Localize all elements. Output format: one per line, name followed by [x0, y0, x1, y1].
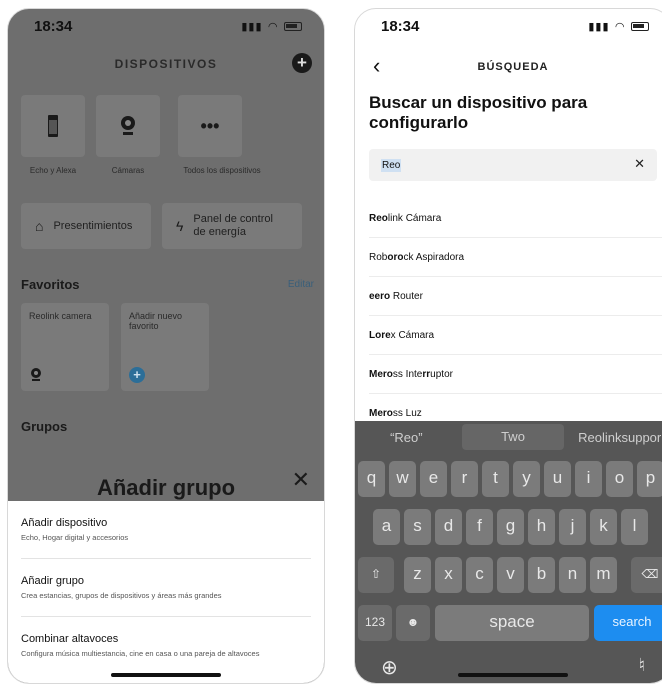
suggestion-3[interactable]: Reolinksuppor — [568, 430, 662, 445]
microphone-icon[interactable]: ♮ — [639, 655, 645, 676]
key-u[interactable]: u — [544, 461, 571, 497]
key-s[interactable]: s — [404, 509, 431, 545]
search-key[interactable]: search — [594, 605, 662, 641]
battery-icon — [631, 21, 649, 31]
close-icon[interactable]: ✕ — [292, 467, 310, 493]
search-heading: Buscar un dispositivo para configurarlo — [369, 93, 588, 132]
sheet-item-combine-speakers[interactable]: Combinar altavoces Configura música mult… — [21, 617, 311, 675]
status-time: 18:34 — [381, 17, 420, 35]
result-item[interactable]: eero Router — [369, 277, 662, 316]
shift-key[interactable]: ⇧ — [358, 557, 394, 593]
energy-dashboard-button[interactable]: ϟ Panel de control de energía — [162, 203, 302, 249]
status-bar: 18:34 ▮▮▮ ◠ — [355, 9, 662, 43]
result-item[interactable]: Meross Interruptor — [369, 355, 662, 394]
result-item[interactable]: Roborock Aspiradora — [369, 238, 662, 277]
key-h[interactable]: h — [528, 509, 555, 545]
home-gear-icon: ⌂ — [35, 218, 44, 234]
search-input[interactable]: Reo ✕ — [369, 149, 657, 181]
add-device-plus-icon[interactable]: + — [292, 53, 312, 73]
search-input-value: Reo — [381, 159, 402, 172]
status-bar: 18:34 ▮▮▮ ◠ — [8, 9, 324, 43]
key-t[interactable]: t — [482, 461, 509, 497]
sheet-title: Añadir grupo — [96, 475, 236, 500]
key-y[interactable]: y — [513, 461, 540, 497]
tile-label-cameras: Cámaras — [111, 166, 145, 175]
space-key[interactable]: space — [435, 605, 589, 641]
key-e[interactable]: e — [420, 461, 447, 497]
signal-icon: ▮▮▮ — [588, 20, 610, 33]
suggestion-1[interactable]: “Reo” — [355, 430, 458, 445]
key-f[interactable]: f — [466, 509, 493, 545]
status-time: 18:34 — [34, 17, 73, 35]
presentimientos-button[interactable]: ⌂ Presentimientos — [21, 203, 151, 249]
lightning-icon: ϟ — [176, 218, 184, 234]
key-a[interactable]: a — [373, 509, 400, 545]
key-r[interactable]: r — [451, 461, 478, 497]
result-item[interactable]: Reolink Cámara — [369, 199, 662, 238]
more-dots-icon: ••• — [200, 115, 220, 136]
clear-icon[interactable]: ✕ — [634, 156, 645, 172]
backspace-key[interactable]: ⌫ — [631, 557, 662, 593]
key-l[interactable]: l — [621, 509, 648, 545]
result-item[interactable]: Lorex Cámara — [369, 316, 662, 355]
sheet-item-add-device[interactable]: Añadir dispositivo Echo, Hogar digital y… — [21, 501, 311, 559]
suggestion-bar: “Reo” Two Reolinksuppor — [355, 421, 662, 453]
favorite-reolink-camera[interactable]: Reolink camera — [21, 303, 109, 391]
key-c[interactable]: c — [466, 557, 493, 593]
key-n[interactable]: n — [559, 557, 586, 593]
home-indicator — [111, 673, 221, 677]
key-g[interactable]: g — [497, 509, 524, 545]
camera-icon — [121, 116, 135, 135]
camera-icon — [31, 368, 41, 381]
key-p[interactable]: p — [637, 461, 662, 497]
wifi-icon: ◠ — [615, 20, 625, 33]
numbers-key[interactable]: 123 — [358, 605, 392, 641]
phone-search-screen: 18:34 ▮▮▮ ◠ ‹ BÚSQUEDA Buscar un disposi… — [354, 8, 662, 684]
page-title: DISPOSITIVOS — [114, 57, 218, 71]
groups-heading: Grupos — [21, 419, 68, 434]
suggestion-2[interactable]: Two — [461, 424, 565, 450]
key-o[interactable]: o — [606, 461, 633, 497]
add-sheet: Añadir dispositivo Echo, Hogar digital y… — [8, 501, 324, 683]
signal-icon: ▮▮▮ — [241, 20, 263, 33]
page-title: BÚSQUEDA — [477, 61, 549, 73]
globe-icon[interactable]: ⊕ — [381, 655, 398, 680]
add-favorite-tile[interactable]: Añadir nuevo favorito + — [121, 303, 209, 391]
battery-icon — [284, 21, 302, 31]
home-indicator — [458, 673, 568, 677]
key-w[interactable]: w — [389, 461, 416, 497]
edit-link[interactable]: Editar — [288, 279, 314, 290]
emoji-key[interactable]: ☻ — [396, 605, 430, 641]
key-i[interactable]: i — [575, 461, 602, 497]
key-q[interactable]: q — [358, 461, 385, 497]
phone-devices-screen: 18:34 ▮▮▮ ◠ DISPOSITIVOS + ••• Echo y Al… — [7, 8, 325, 684]
tile-label-all: Todos los dispositivos — [183, 166, 261, 175]
echo-speaker-icon — [48, 115, 58, 137]
key-d[interactable]: d — [435, 509, 462, 545]
key-v[interactable]: v — [497, 557, 524, 593]
key-x[interactable]: x — [435, 557, 462, 593]
wifi-icon: ◠ — [268, 20, 278, 33]
key-m[interactable]: m — [590, 557, 617, 593]
key-j[interactable]: j — [559, 509, 586, 545]
tile-cameras[interactable] — [96, 95, 160, 157]
favorites-heading: Favoritos — [21, 277, 80, 292]
plus-circle-icon: + — [129, 367, 145, 383]
tile-echo-alexa[interactable] — [21, 95, 85, 157]
key-k[interactable]: k — [590, 509, 617, 545]
tile-all-devices[interactable]: ••• — [178, 95, 242, 157]
keyboard: “Reo” Two Reolinksuppor qwertyuiop asdfgh… — [355, 421, 662, 683]
sheet-item-add-group[interactable]: Añadir grupo Crea estancias, grupos de d… — [21, 559, 311, 617]
key-z[interactable]: z — [404, 557, 431, 593]
key-b[interactable]: b — [528, 557, 555, 593]
